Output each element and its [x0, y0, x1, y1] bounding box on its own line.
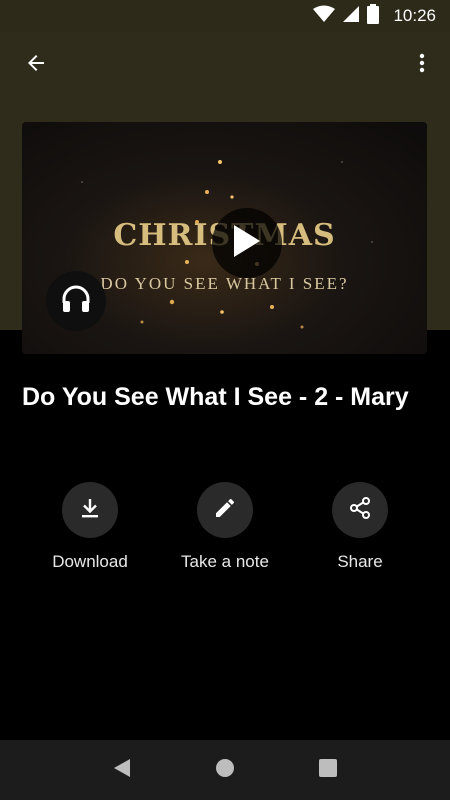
share-button[interactable]: Share	[290, 482, 430, 572]
download-label: Download	[52, 552, 128, 571]
battery-icon	[367, 3, 380, 29]
nav-back-button[interactable]	[102, 750, 142, 790]
recents-square-icon	[318, 758, 338, 783]
action-row: Download Take a note Share	[0, 482, 450, 582]
play-button[interactable]	[212, 208, 282, 278]
take-note-button[interactable]: Take a note	[155, 482, 295, 572]
play-icon	[232, 224, 262, 263]
pencil-icon	[213, 496, 237, 525]
status-bar: 10:26	[0, 0, 450, 32]
audio-mode-button[interactable]	[46, 271, 106, 331]
download-circle	[62, 482, 118, 538]
download-icon	[78, 496, 102, 525]
back-button[interactable]	[8, 37, 64, 93]
share-circle	[332, 482, 388, 538]
more-options-button[interactable]	[394, 37, 450, 93]
back-triangle-icon	[112, 757, 132, 784]
nav-recents-button[interactable]	[308, 750, 348, 790]
download-button[interactable]: Download	[20, 482, 160, 572]
arrow-back-icon	[24, 51, 48, 80]
more-vert-icon	[410, 51, 434, 80]
take-note-label: Take a note	[181, 552, 269, 571]
wifi-icon	[313, 5, 336, 28]
system-nav-bar	[0, 740, 450, 800]
nav-home-button[interactable]	[205, 750, 245, 790]
share-label: Share	[337, 552, 383, 571]
clock: 10:26	[393, 6, 436, 25]
episode-title: Do You See What I See - 2 - Mary	[22, 383, 409, 411]
home-circle-icon	[215, 758, 235, 783]
signal-icon	[343, 5, 360, 28]
share-icon	[348, 496, 372, 525]
take-note-circle	[197, 482, 253, 538]
app-bar	[0, 32, 450, 98]
headphones-icon	[61, 285, 91, 318]
